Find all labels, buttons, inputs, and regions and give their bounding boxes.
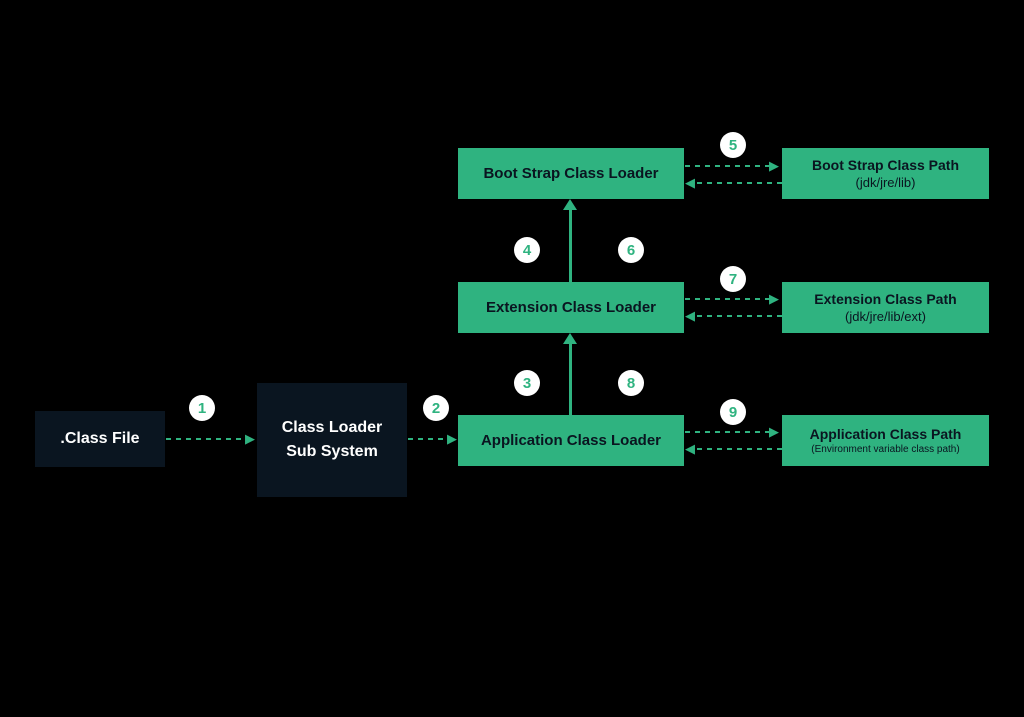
arrow-vertical-upper <box>569 210 572 282</box>
extension-path-box: Extension Class Path (jdk/jre/lib/ext) <box>782 282 989 333</box>
arrow-2-head: ▶ <box>447 432 457 445</box>
step-4: 4 <box>514 237 540 263</box>
application-path-box: Application Class Path (Environment vari… <box>782 415 989 466</box>
arrow-2 <box>408 438 448 440</box>
application-path-sub: (Environment variable class path) <box>811 444 959 455</box>
arrow-5-back-head: ◀ <box>685 176 695 189</box>
application-loader-label: Application Class Loader <box>481 432 661 449</box>
step-7: 7 <box>720 266 746 292</box>
bootstrap-path-sub: (jdk/jre/lib) <box>856 175 916 190</box>
arrow-7-back <box>697 315 782 317</box>
step-2: 2 <box>423 395 449 421</box>
application-path-title: Application Class Path <box>810 426 962 442</box>
bootstrap-path-box: Boot Strap Class Path (jdk/jre/lib) <box>782 148 989 199</box>
bootstrap-loader-label: Boot Strap Class Loader <box>483 165 658 182</box>
bootstrap-loader-box: Boot Strap Class Loader <box>458 148 684 199</box>
arrow-vertical-lower-head <box>563 333 577 344</box>
arrow-9-back-head: ◀ <box>685 442 695 455</box>
class-loader-subsystem-line1: Class Loader <box>282 419 382 437</box>
step-3: 3 <box>514 370 540 396</box>
bootstrap-path-title: Boot Strap Class Path <box>812 157 959 173</box>
arrow-5-back <box>697 182 782 184</box>
arrow-7-back-head: ◀ <box>685 309 695 322</box>
class-file-label: .Class File <box>60 430 139 448</box>
step-9: 9 <box>720 399 746 425</box>
arrow-9-back <box>697 448 782 450</box>
arrow-vertical-upper-head <box>563 199 577 210</box>
arrow-9-out-head: ▶ <box>769 425 779 438</box>
step-6: 6 <box>618 237 644 263</box>
application-loader-box: Application Class Loader <box>458 415 684 466</box>
class-loader-subsystem-line2: Sub System <box>286 443 378 461</box>
arrow-5-out-head: ▶ <box>769 159 779 172</box>
class-file-box: .Class File <box>35 411 165 467</box>
arrow-vertical-lower <box>569 344 572 415</box>
class-loader-subsystem-box: Class Loader Sub System <box>257 383 407 497</box>
extension-loader-label: Extension Class Loader <box>486 299 656 316</box>
extension-loader-box: Extension Class Loader <box>458 282 684 333</box>
arrow-5-out <box>685 165 770 167</box>
step-1: 1 <box>189 395 215 421</box>
extension-path-title: Extension Class Path <box>814 291 956 307</box>
arrow-7-out <box>685 298 770 300</box>
arrow-1 <box>166 438 246 440</box>
step-8: 8 <box>618 370 644 396</box>
arrow-9-out <box>685 431 770 433</box>
arrow-7-out-head: ▶ <box>769 292 779 305</box>
arrow-1-head: ▶ <box>245 432 255 445</box>
step-5: 5 <box>720 132 746 158</box>
extension-path-sub: (jdk/jre/lib/ext) <box>845 309 926 324</box>
